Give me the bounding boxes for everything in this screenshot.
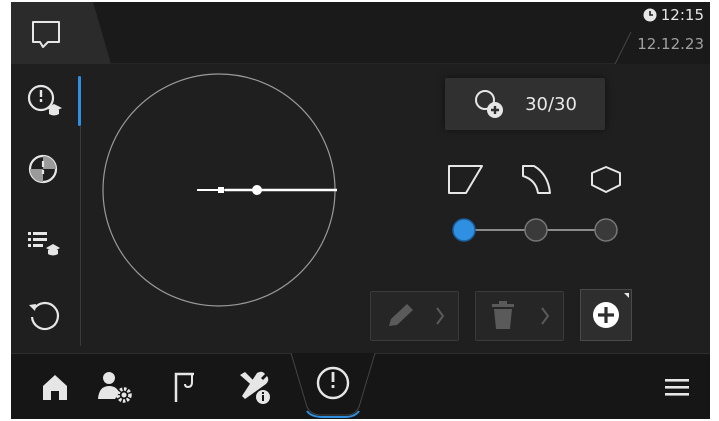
pencil-icon	[388, 304, 413, 326]
shape-hexagon-button[interactable]	[584, 160, 628, 200]
hamburger-menu-icon	[665, 379, 689, 396]
message-tab[interactable]	[11, 2, 111, 64]
user-gear-icon	[98, 372, 132, 403]
add-circle-icon	[475, 90, 504, 118]
trash-icon	[491, 301, 514, 329]
top-bar: 12:15 12.12.23	[11, 2, 710, 64]
screen: 12:15 12.12.23 30/30	[11, 2, 710, 419]
clock-icon	[643, 8, 657, 22]
edit-button-content	[388, 304, 444, 326]
sidebar-item-circle-teach[interactable]	[23, 80, 65, 122]
slider-knob-2[interactable]	[524, 218, 548, 242]
circle-mode-icon	[316, 366, 350, 400]
nav-circle-mode[interactable]	[311, 363, 355, 403]
delete-button-content	[491, 301, 549, 329]
home-icon	[43, 375, 67, 400]
circle-hatch-icon	[28, 154, 58, 184]
bottom-bar	[11, 353, 710, 419]
sidebar-item-reset[interactable]	[23, 294, 65, 336]
sidebar-item-circle-pattern[interactable]	[23, 148, 65, 190]
radius-point	[252, 185, 262, 195]
shape-arc-button[interactable]	[514, 160, 558, 200]
circle-preview	[102, 73, 337, 307]
top-bar-frame	[111, 31, 632, 64]
radius-value: 30/30	[525, 93, 577, 115]
list-teach-icon	[28, 232, 60, 256]
clock: 12:15	[643, 6, 704, 24]
nav-crane[interactable]	[163, 367, 207, 407]
slider-knob-1[interactable]	[452, 218, 476, 242]
sidebar-item-list-teach[interactable]	[23, 222, 65, 264]
date-text: 12.12.23	[637, 35, 704, 53]
tools-info-icon	[240, 371, 270, 404]
rotate-ccw-icon	[29, 301, 60, 331]
sidebar-divider	[80, 126, 81, 346]
slider-knob-3[interactable]	[594, 218, 618, 242]
nav-home[interactable]	[33, 367, 77, 407]
circle-teach-icon	[27, 84, 62, 116]
hexagon-shape-icon	[591, 166, 621, 193]
chevron-right-icon	[435, 307, 444, 325]
radius-display[interactable]: 30/30	[445, 78, 605, 130]
menu-button[interactable]	[655, 367, 699, 407]
shape-slider[interactable]	[451, 216, 621, 244]
edit-button[interactable]	[370, 291, 459, 341]
plus-circle-icon	[593, 293, 629, 328]
corner-shape-icon	[448, 165, 483, 194]
crane-hook-icon	[174, 372, 194, 402]
center-marker	[218, 187, 224, 193]
add-button[interactable]	[580, 289, 632, 341]
nav-user-settings[interactable]	[93, 367, 137, 407]
arc-shape-icon	[522, 165, 551, 194]
shape-corner-button[interactable]	[444, 160, 488, 200]
sidebar-active-indicator	[78, 76, 81, 126]
time-text: 12:15	[660, 6, 704, 24]
chevron-right-icon	[540, 307, 549, 325]
delete-button[interactable]	[475, 291, 564, 341]
nav-tools-info[interactable]	[233, 367, 277, 407]
